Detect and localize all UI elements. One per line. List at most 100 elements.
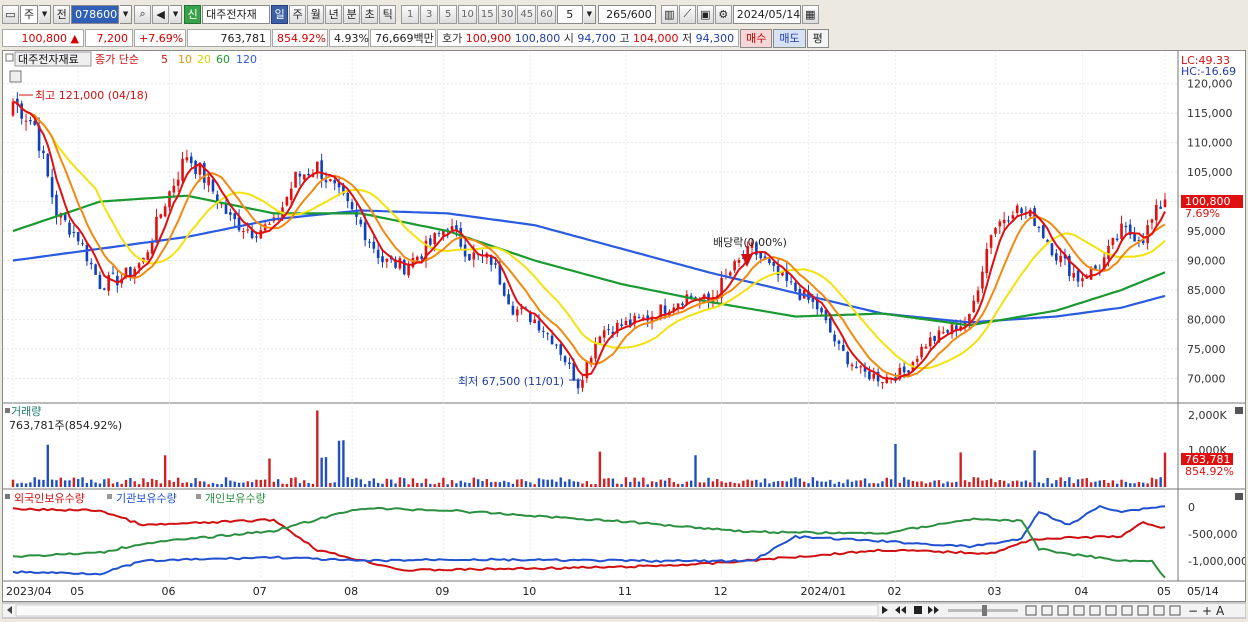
volume-bar bbox=[216, 484, 219, 487]
scroll-track[interactable] bbox=[15, 604, 879, 617]
volume-bar bbox=[463, 482, 467, 487]
volume-bar bbox=[90, 479, 93, 487]
buy-button[interactable]: 매수 bbox=[740, 28, 773, 48]
minute-step-3[interactable]: 3 bbox=[420, 4, 439, 24]
volume-bar bbox=[394, 483, 397, 487]
zoom-thumb[interactable] bbox=[982, 605, 987, 616]
volume-bar bbox=[1002, 480, 1006, 487]
volume-bar bbox=[37, 479, 41, 487]
minute-steps: 1 3 5 10 15 30 45 60 bbox=[401, 4, 557, 24]
minute-step-15[interactable]: 15 bbox=[477, 4, 497, 24]
minute-step-1[interactable]: 1 bbox=[401, 4, 420, 24]
x-tick-label: 02 bbox=[887, 585, 901, 598]
candle-type-icon[interactable]: ▥ bbox=[660, 4, 678, 24]
candle-body bbox=[137, 263, 141, 269]
candle-body bbox=[94, 264, 97, 275]
volume-bar bbox=[855, 480, 858, 487]
volume-bar bbox=[703, 482, 706, 487]
x-tick-label: 11 bbox=[618, 585, 632, 598]
volume-bar bbox=[1011, 481, 1015, 487]
tab-period-2[interactable]: 월 bbox=[307, 4, 325, 24]
minute-step-30[interactable]: 30 bbox=[497, 4, 517, 24]
speaker-icon[interactable]: ◀ bbox=[152, 4, 170, 24]
turnover-rate: 4.93% bbox=[329, 29, 369, 47]
volume-bar bbox=[959, 452, 962, 487]
chart-scrollbar[interactable]: − + A bbox=[1, 602, 1247, 619]
tab-period-3[interactable]: 년 bbox=[325, 4, 343, 24]
tab-period-0[interactable]: 일 bbox=[271, 4, 289, 24]
stop-icon[interactable] bbox=[914, 606, 922, 614]
avg-button[interactable]: 평 bbox=[806, 28, 829, 48]
y-tick-label: 120,000 bbox=[1187, 78, 1233, 91]
volume-bar bbox=[785, 481, 788, 487]
volume-bar bbox=[829, 479, 832, 487]
save-icon[interactable]: ▣ bbox=[696, 4, 714, 24]
drawing-tool-icon[interactable]: ⟋ bbox=[678, 4, 696, 24]
gear-icon[interactable]: ⚙ bbox=[714, 4, 732, 24]
volume-bar bbox=[789, 478, 793, 487]
volume-bar bbox=[598, 451, 602, 487]
volume-bar bbox=[63, 480, 67, 487]
search-icon[interactable]: ⌕ bbox=[134, 4, 152, 24]
stock-code-input[interactable]: 078600 bbox=[71, 4, 120, 24]
candle-body bbox=[285, 196, 289, 206]
chevron-down-icon[interactable]: ▼ bbox=[170, 4, 183, 24]
prev-button[interactable]: 전 bbox=[53, 4, 71, 24]
calculator-icon[interactable] bbox=[9, 70, 22, 83]
volume-bar bbox=[811, 477, 815, 487]
stock-chart[interactable]: 120,000115,000110,000105,000100,00095,00… bbox=[2, 50, 1248, 602]
layout-icon[interactable]: ▭ bbox=[2, 4, 19, 24]
tab-period-5[interactable]: 초 bbox=[361, 4, 379, 24]
tab-period-6[interactable]: 틱 bbox=[379, 4, 397, 24]
candle-body bbox=[415, 256, 419, 261]
volume-bar bbox=[355, 477, 358, 487]
volume-bar bbox=[346, 477, 349, 487]
candle-body bbox=[185, 157, 189, 161]
candle-body bbox=[515, 309, 519, 316]
chart-canvas[interactable]: 120,000115,000110,000105,000100,00095,00… bbox=[3, 51, 1248, 601]
zoom-out-button[interactable]: − bbox=[1188, 604, 1198, 618]
x-tick-label: 05/14 bbox=[1187, 585, 1219, 598]
volume-bar bbox=[998, 479, 1002, 487]
volume-bar bbox=[820, 481, 823, 487]
volume-bar bbox=[555, 481, 558, 487]
volume-bar bbox=[742, 480, 745, 487]
chevron-down-icon[interactable]: ▼ bbox=[120, 4, 133, 24]
minute-step-5[interactable]: 5 bbox=[439, 4, 458, 24]
count-input[interactable]: 265/600 bbox=[597, 4, 656, 24]
close-holdings-panel-icon[interactable] bbox=[1235, 493, 1243, 500]
sell-button[interactable]: 매도 bbox=[773, 28, 806, 48]
candle-body bbox=[546, 333, 550, 335]
minute-step-45[interactable]: 45 bbox=[517, 4, 537, 24]
candle-body bbox=[46, 153, 50, 177]
volume-bar bbox=[359, 479, 362, 487]
volume-collapse-icon[interactable] bbox=[5, 408, 10, 413]
panel-collapse-icon[interactable] bbox=[5, 53, 14, 62]
holdings-collapse-icon[interactable] bbox=[5, 494, 10, 499]
candle-body bbox=[624, 320, 628, 326]
volume-bar bbox=[572, 481, 575, 487]
minute-step-60[interactable]: 60 bbox=[537, 4, 556, 24]
tab-period-4[interactable]: 분 bbox=[343, 4, 361, 24]
auto-scale-button[interactable]: A bbox=[1216, 604, 1225, 618]
market-select[interactable]: 주 bbox=[20, 4, 39, 24]
candle-body bbox=[989, 235, 993, 248]
chevron-down-icon[interactable]: ▼ bbox=[583, 4, 596, 24]
holdings-tick-0: 0 bbox=[1188, 501, 1195, 514]
candle-body bbox=[1081, 278, 1084, 282]
tab-period-1[interactable]: 주 bbox=[289, 4, 307, 24]
volume-bar bbox=[472, 477, 475, 487]
credit-badge: 신 bbox=[184, 4, 202, 24]
minute-step-10[interactable]: 10 bbox=[458, 4, 477, 24]
volume-bar bbox=[842, 483, 845, 487]
volume-bar bbox=[794, 477, 797, 487]
chevron-down-icon[interactable]: ▼ bbox=[39, 4, 52, 24]
zoom-in-button[interactable]: + bbox=[1202, 604, 1212, 618]
step-select[interactable]: 5 bbox=[556, 4, 583, 24]
date-input[interactable]: 2024/05/14 bbox=[732, 4, 801, 24]
volume-bar bbox=[407, 484, 410, 487]
calendar-icon[interactable]: ▦ bbox=[801, 4, 819, 24]
close-volume-panel-icon[interactable] bbox=[1235, 407, 1243, 414]
volume-bar bbox=[142, 478, 145, 487]
volume-bar bbox=[368, 480, 371, 487]
